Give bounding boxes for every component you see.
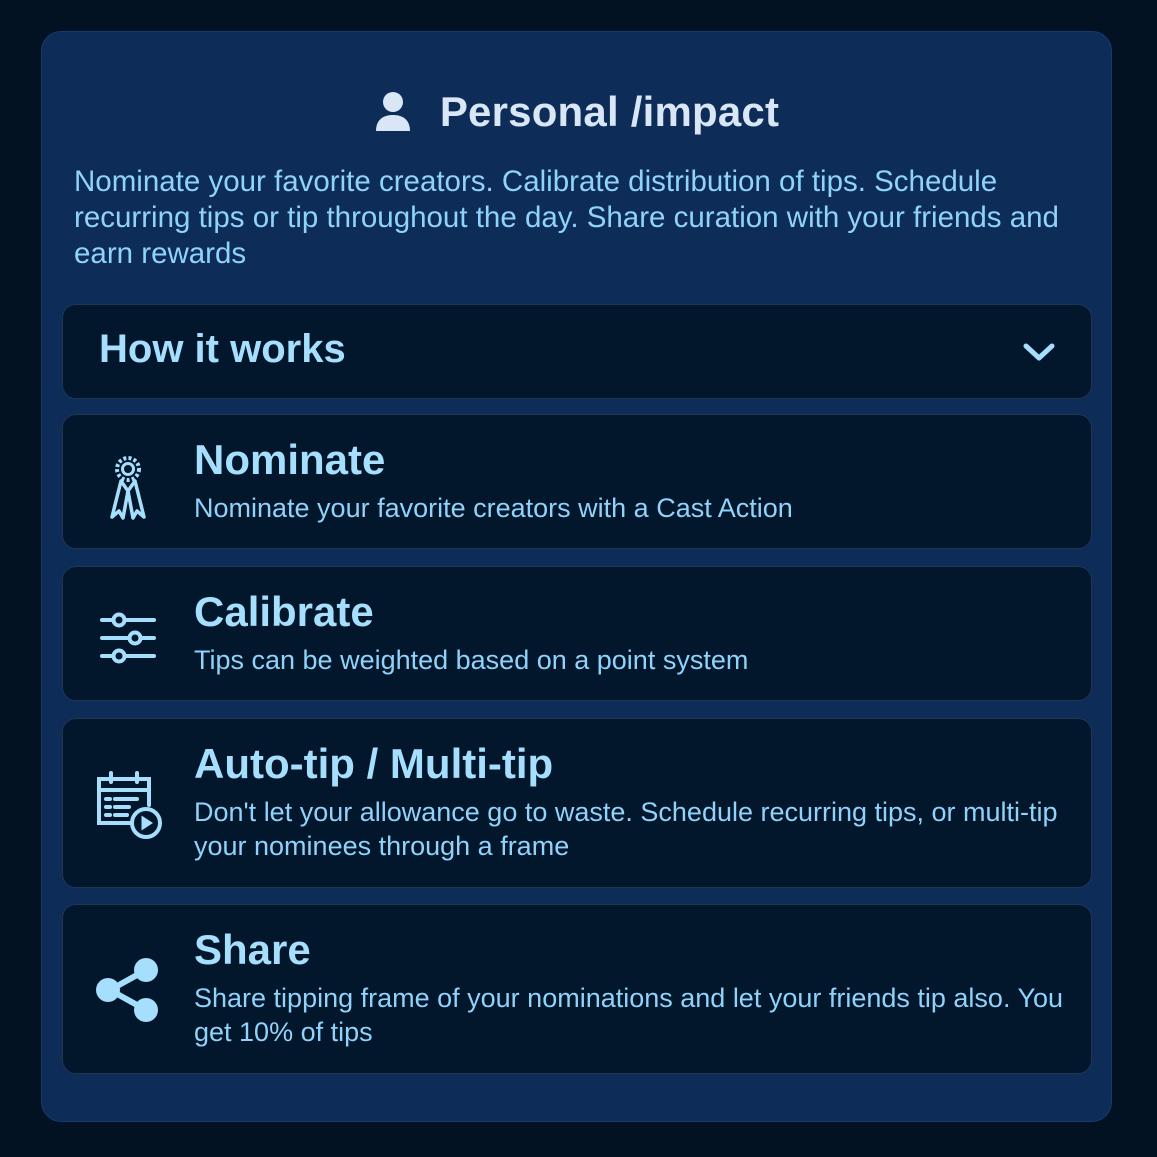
calendar-schedule-icon	[97, 771, 162, 839]
impact-panel: Personal /impact Nominate your favorite …	[41, 31, 1112, 1122]
feature-description: Share tipping frame of your nominations …	[194, 983, 1064, 1047]
feature-title: Share	[194, 926, 311, 973]
share-icon	[96, 958, 158, 1022]
feature-card-nominate: Nominate Nominate your favorite creators…	[62, 414, 1092, 549]
sliders-icon	[100, 612, 156, 664]
award-ribbon-icon	[110, 456, 146, 520]
feature-description: Tips can be weighted based on a point sy…	[194, 645, 749, 675]
person-icon	[375, 92, 410, 131]
feature-title: Calibrate	[194, 588, 374, 635]
panel-header: Personal /impact	[42, 87, 1111, 137]
feature-description: Nominate your favorite creators with a C…	[194, 493, 793, 523]
feature-title: Nominate	[194, 436, 386, 483]
feature-description: Don't let your allowance go to waste. Sc…	[194, 797, 1058, 861]
intro-text: Nominate your favorite creators. Calibra…	[74, 165, 1059, 270]
feature-card-calibrate: Calibrate Tips can be weighted based on …	[62, 566, 1092, 701]
accordion-title: How it works	[99, 327, 346, 371]
feature-title: Auto-tip / Multi-tip	[194, 740, 554, 787]
how-it-works-accordion[interactable]: How it works	[62, 304, 1092, 399]
feature-card-share: Share Share tipping frame of your nomina…	[62, 904, 1092, 1074]
page-title: Personal /impact	[439, 88, 780, 135]
feature-card-auto-tip: Auto-tip / Multi-tip Don't let your allo…	[62, 718, 1092, 888]
chevron-down-icon[interactable]	[1021, 339, 1057, 365]
